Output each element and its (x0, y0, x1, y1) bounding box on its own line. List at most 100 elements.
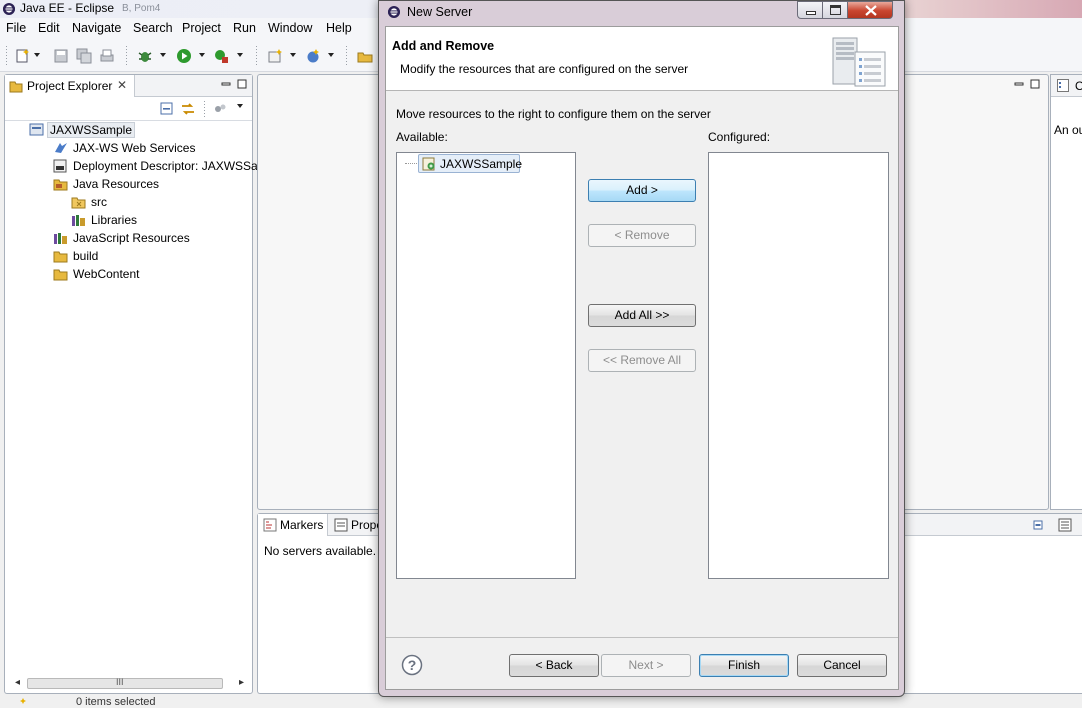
remove-all-button[interactable]: << Remove All (588, 349, 696, 372)
tree-item-build[interactable]: build (53, 247, 251, 265)
tab-markers[interactable]: Markers (258, 514, 328, 536)
eclipse-app-icon (3, 3, 15, 15)
open-type-icon[interactable] (357, 48, 373, 64)
outline-tab-label: O (1075, 79, 1082, 93)
editor-minimize-icon[interactable] (1014, 79, 1024, 89)
folder-icon (53, 251, 68, 263)
menu-run[interactable]: Run (233, 21, 256, 35)
web-service-icon[interactable] (305, 48, 321, 64)
new-server-icon[interactable] (267, 48, 283, 64)
view-menu-icon[interactable] (237, 104, 243, 108)
available-item-jaxwssample[interactable]: JAXWSSample (418, 154, 523, 173)
remove-button[interactable]: < Remove (588, 224, 696, 247)
help-icon[interactable]: ? (401, 654, 423, 676)
maximize-icon[interactable] (237, 79, 247, 89)
minimize-icon[interactable] (221, 79, 231, 89)
back-button[interactable]: < Back (509, 654, 599, 677)
libraries-icon (72, 215, 85, 226)
tree-item-project[interactable]: JAXWSSample (29, 121, 249, 139)
tree-item-label: JavaScript Resources (73, 231, 190, 245)
external-tools-dropdown-icon[interactable] (237, 53, 243, 57)
webservices-icon (55, 143, 67, 153)
explorer-tab-row: Project Explorer ✕ (5, 75, 252, 97)
wizard-page-description: Modify the resources that are configured… (400, 62, 689, 76)
scroll-grip: III (116, 677, 124, 687)
debug-icon[interactable] (137, 48, 153, 64)
tab-outline[interactable]: O (1051, 75, 1082, 97)
minimize-icon (806, 11, 816, 15)
explorer-horizontal-scrollbar[interactable]: ◂ III ▸ (13, 675, 249, 691)
add-button[interactable]: Add > (588, 179, 696, 202)
menu-file[interactable]: File (6, 21, 26, 35)
new-file-icon[interactable] (15, 48, 31, 64)
dialog-title: New Server (407, 5, 473, 19)
menu-project[interactable]: Project (182, 21, 221, 35)
new-server-dialog: New Server Add and Remove Modify the res… (378, 0, 905, 697)
button-bar-separator (386, 637, 898, 638)
add-all-button[interactable]: Add All >> (588, 304, 696, 327)
menu-edit[interactable]: Edit (38, 21, 60, 35)
scroll-left-icon[interactable]: ◂ (15, 677, 20, 688)
scroll-right-icon[interactable]: ▸ (239, 677, 244, 688)
tab-project-explorer[interactable]: Project Explorer ✕ (5, 75, 135, 97)
next-button[interactable]: Next > (601, 654, 691, 677)
finish-button[interactable]: Finish (699, 654, 789, 677)
save-all-icon[interactable] (76, 48, 92, 64)
close-icon (865, 5, 877, 16)
new-dropdown-icon[interactable] (34, 53, 40, 57)
tree-item-libraries[interactable]: Libraries (71, 211, 251, 229)
collapse-all-icon[interactable] (159, 101, 175, 117)
tree-item-label: build (73, 249, 99, 263)
toolbar-grip (6, 46, 7, 66)
descriptor-icon (53, 159, 67, 173)
folder-icon (53, 269, 68, 281)
instruction-text: Move resources to the right to configure… (396, 107, 711, 121)
dialog-minimize-button[interactable] (797, 1, 823, 19)
tree-item-java-resources[interactable]: Java Resources (53, 175, 251, 193)
save-icon[interactable] (53, 48, 69, 64)
panel-minimize-icon[interactable] (1033, 520, 1043, 530)
close-icon[interactable]: ✕ (117, 78, 127, 92)
focus-icon[interactable] (212, 101, 228, 117)
cancel-button[interactable]: Cancel (797, 654, 887, 677)
external-tools-icon[interactable] (213, 48, 229, 64)
tree-item-label: WebContent (73, 267, 140, 281)
menu-navigate[interactable]: Navigate (72, 21, 121, 35)
run-icon[interactable] (176, 48, 192, 64)
scrollbar-thumb[interactable]: III (27, 677, 223, 689)
tree-item-webservices[interactable]: JAX-WS Web Services (53, 139, 251, 157)
tree-item-src[interactable]: src (71, 193, 251, 211)
menu-search[interactable]: Search (133, 21, 173, 35)
dialog-close-button[interactable] (847, 1, 893, 19)
available-item-label: JAXWSSample (440, 157, 523, 171)
panel-view-icon[interactable] (1058, 518, 1072, 532)
new-server-dropdown-icon[interactable] (290, 53, 296, 57)
markers-icon (263, 518, 277, 532)
print-icon[interactable] (99, 48, 115, 64)
configured-label: Configured: (708, 130, 771, 144)
project-explorer-panel: Project Explorer ✕ JAXWSSample JAX-WS We… (4, 74, 264, 694)
link-with-editor-icon[interactable] (180, 101, 196, 117)
tree-item-javascript-resources[interactable]: JavaScript Resources (53, 229, 251, 247)
editor-maximize-icon[interactable] (1030, 79, 1040, 89)
servers-message: No servers available. D (264, 544, 389, 558)
dialog-maximize-button[interactable] (822, 1, 848, 19)
status-text: 0 items selected (76, 696, 156, 708)
tree-item-label: Java Resources (73, 177, 160, 191)
run-dropdown-icon[interactable] (199, 53, 205, 57)
project-explorer-tab-label: Project Explorer (27, 79, 113, 93)
debug-dropdown-icon[interactable] (160, 53, 166, 57)
dialog-body: Add and Remove Modify the resources that… (385, 26, 899, 690)
tree-item-deployment-descriptor[interactable]: Deployment Descriptor: JAXWSSan (53, 157, 264, 175)
menu-help[interactable]: Help (326, 21, 352, 35)
configured-list[interactable] (708, 152, 889, 579)
menu-window[interactable]: Window (268, 21, 312, 35)
tree-item-webcontent[interactable]: WebContent (53, 265, 251, 283)
maximize-icon (830, 5, 841, 15)
available-list[interactable]: JAXWSSample (396, 152, 576, 579)
web-service-dropdown-icon[interactable] (328, 53, 334, 57)
tree-item-label: JAX-WS Web Services (73, 141, 196, 155)
status-bar: 0 items selected (0, 696, 1082, 708)
js-resources-icon (54, 233, 67, 244)
markers-tab-label: Markers (280, 518, 324, 532)
